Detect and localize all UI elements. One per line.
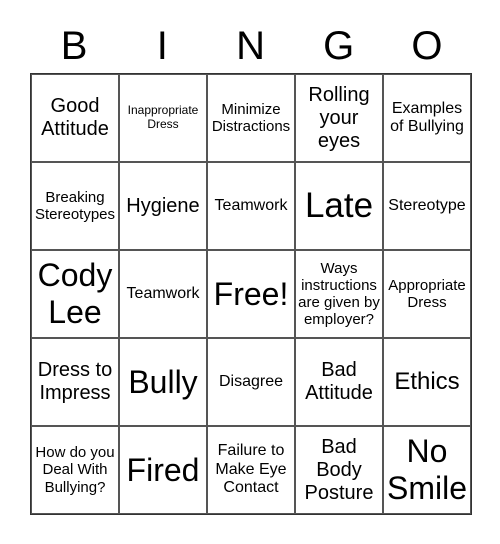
bingo-cell[interactable]: Dress to Impress — [31, 338, 119, 426]
cell-label: Hygiene — [126, 194, 200, 217]
bingo-cell[interactable]: Minimize Distractions — [207, 74, 295, 162]
cell-label: Failure to Make Eye Contact — [215, 442, 287, 497]
cell-label: Inappropriate Dress — [127, 103, 199, 131]
cell-label: Stereotype — [388, 196, 466, 214]
bingo-cell[interactable]: Ethics — [383, 338, 471, 426]
cell-label: Teamwork — [214, 196, 288, 214]
bingo-cell[interactable]: Breaking Stereotypes — [31, 162, 119, 250]
cell-label: Ways instructions are given by employer? — [298, 259, 380, 329]
cell-label: Bully — [128, 363, 198, 400]
header-letter-o: O — [411, 24, 443, 68]
cell-label: Disagree — [218, 372, 284, 390]
bingo-cell[interactable]: No Smile — [383, 426, 471, 514]
bingo-cell[interactable]: Late — [295, 162, 383, 250]
cell-label: Dress to Impress — [37, 359, 113, 404]
bingo-cell[interactable]: Fired — [119, 426, 207, 514]
bingo-cell[interactable]: Teamwork — [119, 250, 207, 338]
bingo-cell[interactable]: Hygiene — [119, 162, 207, 250]
cell-label: Good Attitude — [41, 95, 109, 140]
cell-label: Free! — [213, 275, 289, 312]
cell-label: Cody Lee — [37, 257, 113, 330]
free-space-cell[interactable]: Free! — [207, 250, 295, 338]
header-letter-g: G — [323, 24, 355, 68]
bingo-cell[interactable]: Bad Attitude — [295, 338, 383, 426]
header-letter-b: B — [60, 24, 88, 68]
cell-label: Breaking Stereotypes — [34, 188, 116, 223]
cell-label: Late — [304, 185, 374, 225]
bingo-cell[interactable]: Appropriate Dress — [383, 250, 471, 338]
bingo-cell[interactable]: Cody Lee — [31, 250, 119, 338]
cell-label: Minimize Distractions — [211, 100, 291, 135]
header-letter-i: I — [156, 24, 168, 68]
bingo-cell[interactable]: Rolling your eyes — [295, 74, 383, 162]
bingo-cell[interactable]: Failure to Make Eye Contact — [207, 426, 295, 514]
cell-label: Appropriate Dress — [388, 276, 466, 311]
cell-label: Fired — [126, 451, 200, 488]
bingo-cell[interactable]: Good Attitude — [31, 74, 119, 162]
bingo-cell[interactable]: Inappropriate Dress — [119, 74, 207, 162]
bingo-cell[interactable]: Ways instructions are given by employer? — [295, 250, 383, 338]
cell-label: Examples of Bullying — [390, 99, 464, 135]
bingo-cell[interactable]: Bully — [119, 338, 207, 426]
cell-label: Bad Attitude — [305, 359, 373, 404]
bingo-board: Good Attitude Inappropriate Dress Minimize… — [30, 73, 472, 515]
cell-label: No Smile — [386, 433, 467, 506]
bingo-cell[interactable]: How do you Deal With Bullying? — [31, 426, 119, 514]
bingo-header: B I N G O — [30, 18, 471, 72]
bingo-cell[interactable]: Teamwork — [207, 162, 295, 250]
bingo-cell[interactable]: Stereotype — [383, 162, 471, 250]
header-letter-n: N — [236, 24, 265, 68]
cell-label: How do you Deal With Bullying? — [35, 444, 115, 496]
bingo-cell[interactable]: Examples of Bullying — [383, 74, 471, 162]
cell-label: Teamwork — [126, 284, 200, 302]
cell-label: Bad Body Posture — [304, 435, 374, 504]
cell-label: Rolling your eyes — [308, 83, 370, 152]
bingo-cell[interactable]: Bad Body Posture — [295, 426, 383, 514]
bingo-cell[interactable]: Disagree — [207, 338, 295, 426]
cell-label: Ethics — [394, 368, 460, 396]
